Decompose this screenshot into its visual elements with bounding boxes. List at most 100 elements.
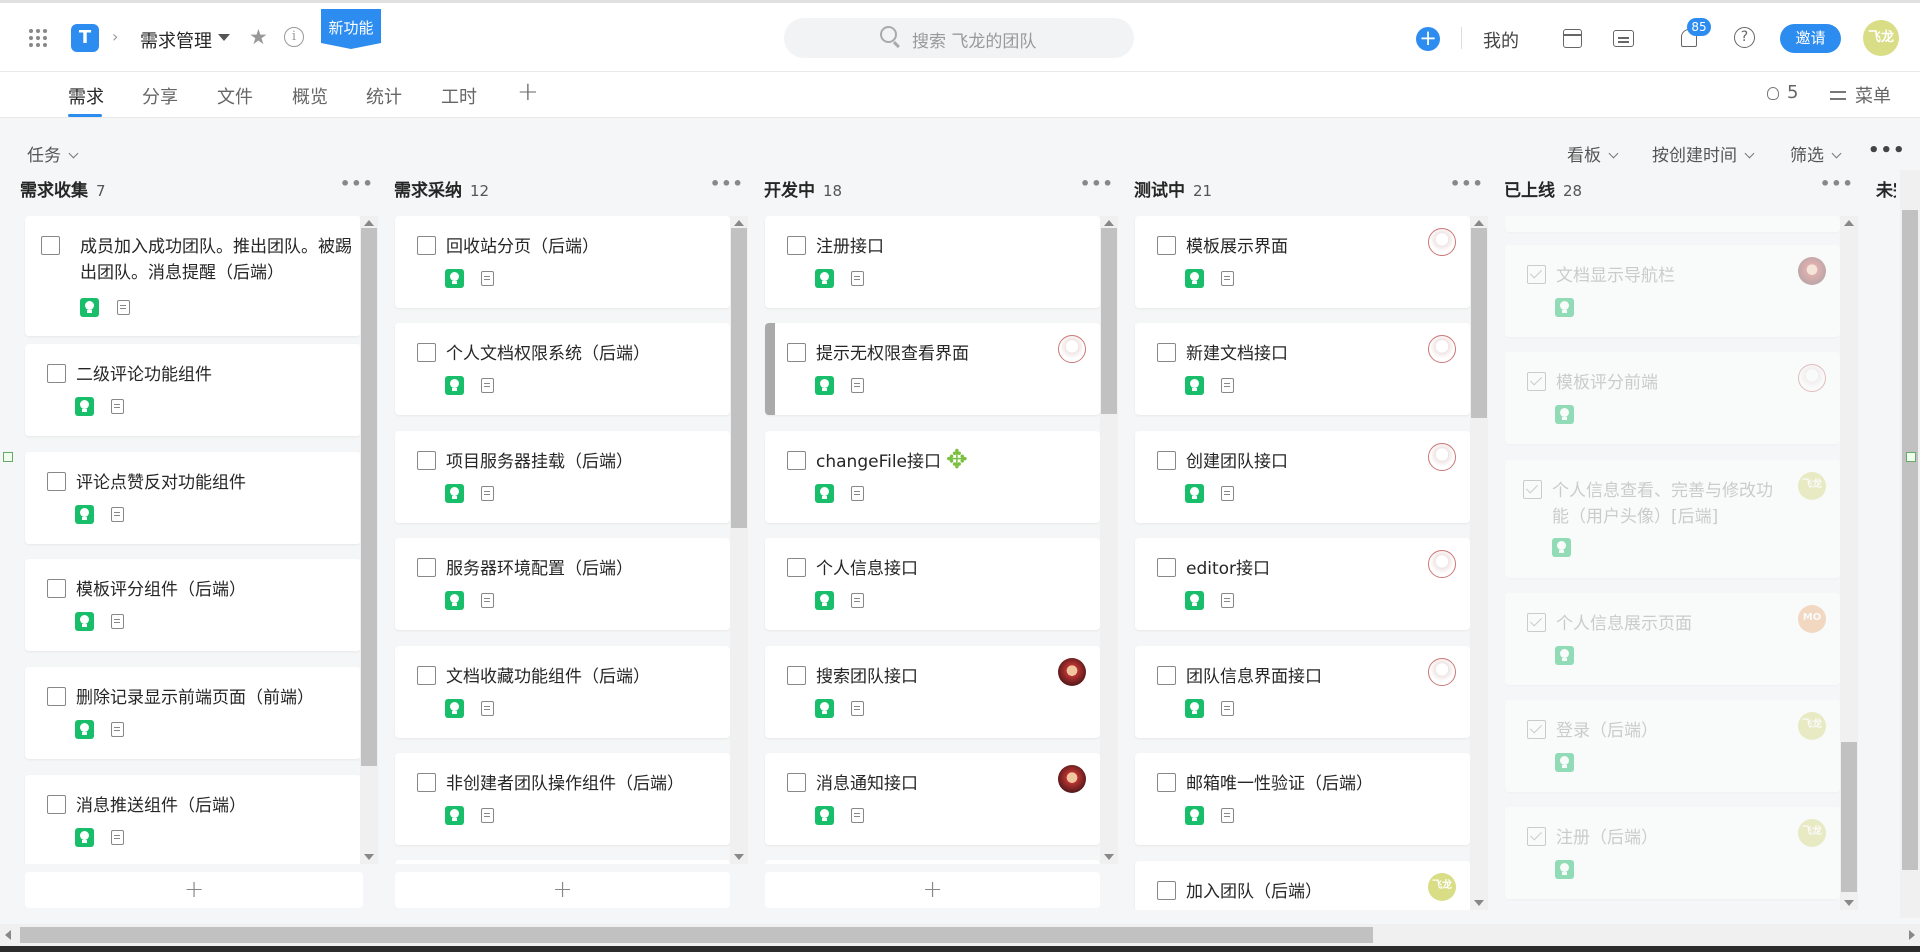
- scroll-down-icon[interactable]: [1474, 900, 1484, 906]
- task-card[interactable]: [765, 860, 1100, 864]
- search-input[interactable]: 搜索 飞龙的团队: [784, 18, 1134, 58]
- star-icon[interactable]: ★: [249, 25, 268, 49]
- tab-files[interactable]: 文件: [217, 83, 253, 109]
- column-scrollbar[interactable]: [730, 216, 748, 864]
- task-card[interactable]: [395, 860, 730, 864]
- assignee-avatar[interactable]: 飞龙: [1798, 819, 1826, 847]
- scroll-up-icon[interactable]: [734, 220, 744, 226]
- column-more-icon[interactable]: •••: [1450, 174, 1484, 193]
- task-card[interactable]: 消息推送组件（后端）: [25, 775, 361, 864]
- assignee-avatar[interactable]: [1428, 443, 1456, 471]
- task-checkbox[interactable]: [47, 579, 66, 598]
- assignee-avatar[interactable]: [1428, 335, 1456, 363]
- scroll-up-icon[interactable]: [364, 220, 374, 226]
- user-avatar[interactable]: 飞龙: [1863, 20, 1899, 56]
- task-checkbox[interactable]: [787, 666, 806, 685]
- task-card[interactable]: 成员加入成功团队。推出团队。被踢出团队。消息提醒（后端）: [25, 216, 361, 336]
- tab-share[interactable]: 分享: [142, 83, 178, 109]
- scroll-left-icon[interactable]: [5, 930, 11, 940]
- tab-worktime[interactable]: 工时: [441, 83, 477, 109]
- column-more-icon[interactable]: •••: [1080, 174, 1114, 193]
- resize-handle[interactable]: [1906, 452, 1916, 462]
- scroll-up-icon[interactable]: [1104, 220, 1114, 226]
- task-checkbox[interactable]: [417, 666, 436, 685]
- assignee-avatar[interactable]: [1428, 658, 1456, 686]
- task-card[interactable]: editor接口: [1135, 538, 1470, 630]
- task-card[interactable]: 文档收藏功能组件（后端）: [395, 646, 730, 738]
- task-checkbox[interactable]: [1527, 372, 1546, 391]
- scrollbar-thumb[interactable]: [1101, 228, 1117, 414]
- task-checkbox[interactable]: [1157, 558, 1176, 577]
- scrollbar-thumb[interactable]: [361, 228, 377, 766]
- task-card[interactable]: 邮箱唯一性验证（后端）: [1135, 753, 1470, 845]
- task-card[interactable]: 评论点赞反对功能组件: [25, 452, 361, 544]
- task-checkbox[interactable]: [1527, 613, 1546, 632]
- task-checkbox[interactable]: [1157, 236, 1176, 255]
- task-checkbox[interactable]: [47, 472, 66, 491]
- scrollbar-thumb[interactable]: [20, 927, 1373, 943]
- task-checkbox[interactable]: [417, 343, 436, 362]
- scroll-up-icon[interactable]: [1844, 220, 1854, 226]
- mine-link[interactable]: 我的: [1483, 27, 1519, 53]
- task-card[interactable]: 注册接口: [765, 216, 1100, 308]
- message-icon[interactable]: [1613, 30, 1634, 47]
- task-card[interactable]: 模板评分前端: [1505, 352, 1840, 444]
- add-card-button[interactable]: +: [395, 872, 730, 908]
- task-card[interactable]: 删除记录显示前端页面（前端）: [25, 667, 361, 759]
- app-logo[interactable]: T: [71, 24, 99, 52]
- project-name[interactable]: 需求管理: [140, 27, 212, 53]
- assignee-avatar[interactable]: [1428, 550, 1456, 578]
- invite-button[interactable]: 邀请: [1780, 24, 1841, 53]
- task-checkbox[interactable]: [787, 343, 806, 362]
- task-card[interactable]: 文档显示导航栏: [1505, 245, 1840, 337]
- column-more-icon[interactable]: •••: [1820, 174, 1854, 193]
- task-card[interactable]: 个人信息展示页面 MO: [1505, 593, 1840, 685]
- task-checkbox[interactable]: [1527, 720, 1546, 739]
- scroll-down-icon[interactable]: [1104, 854, 1114, 860]
- info-icon[interactable]: i: [284, 27, 304, 47]
- tab-requirements[interactable]: 需求: [68, 83, 104, 109]
- task-checkbox[interactable]: [417, 558, 436, 577]
- apps-grid-icon[interactable]: [29, 29, 47, 47]
- new-feature-tag[interactable]: 新功能: [321, 9, 381, 49]
- task-card[interactable]: 注册（后端） 飞龙: [1505, 807, 1840, 899]
- task-checkbox[interactable]: [1157, 773, 1176, 792]
- members-button[interactable]: 5: [1767, 82, 1798, 103]
- task-card[interactable]: 加入团队（后端） 飞龙: [1135, 861, 1470, 910]
- assignee-avatar[interactable]: MO: [1798, 605, 1826, 633]
- task-card[interactable]: 提示无权限查看界面: [765, 323, 1100, 415]
- column-scrollbar[interactable]: [360, 216, 378, 864]
- scroll-down-icon[interactable]: [734, 854, 744, 860]
- task-card[interactable]: 创建团队接口: [1135, 431, 1470, 523]
- task-checkbox[interactable]: [47, 687, 66, 706]
- assignee-avatar[interactable]: [1058, 765, 1086, 793]
- task-card[interactable]: 个人文档权限系统（后端）: [395, 323, 730, 415]
- task-card[interactable]: 登录（后端） 飞龙: [1505, 700, 1840, 792]
- scrollbar-thumb[interactable]: [1841, 742, 1857, 892]
- task-checkbox[interactable]: [1527, 827, 1546, 846]
- assignee-avatar[interactable]: [1058, 658, 1086, 686]
- column-more-icon[interactable]: •••: [710, 174, 744, 193]
- task-checkbox[interactable]: [417, 236, 436, 255]
- task-checkbox[interactable]: [1157, 881, 1176, 900]
- task-card[interactable]: 非创建者团队操作组件（后端）: [395, 753, 730, 845]
- task-checkbox[interactable]: [41, 236, 60, 255]
- column-scrollbar[interactable]: [1100, 216, 1118, 864]
- column-scrollbar[interactable]: [1840, 216, 1858, 910]
- sort-dropdown[interactable]: 按创建时间: [1652, 141, 1755, 166]
- scrollbar-thumb[interactable]: [731, 228, 747, 528]
- task-card[interactable]: 搜索团队接口: [765, 646, 1100, 738]
- assignee-avatar[interactable]: 飞龙: [1798, 712, 1826, 740]
- task-checkbox[interactable]: [1157, 343, 1176, 362]
- task-checkbox[interactable]: [1523, 480, 1542, 499]
- task-checkbox[interactable]: [787, 236, 806, 255]
- scroll-down-icon[interactable]: [1844, 900, 1854, 906]
- create-button[interactable]: +: [1416, 27, 1440, 51]
- tab-overview[interactable]: 概览: [292, 83, 328, 109]
- add-card-button[interactable]: +: [25, 872, 363, 908]
- column-more-icon[interactable]: •••: [340, 174, 374, 193]
- task-checkbox[interactable]: [47, 364, 66, 383]
- scrollbar-thumb[interactable]: [1471, 228, 1487, 418]
- help-icon[interactable]: ?: [1734, 27, 1755, 48]
- task-card[interactable]: 新建文档接口: [1135, 323, 1470, 415]
